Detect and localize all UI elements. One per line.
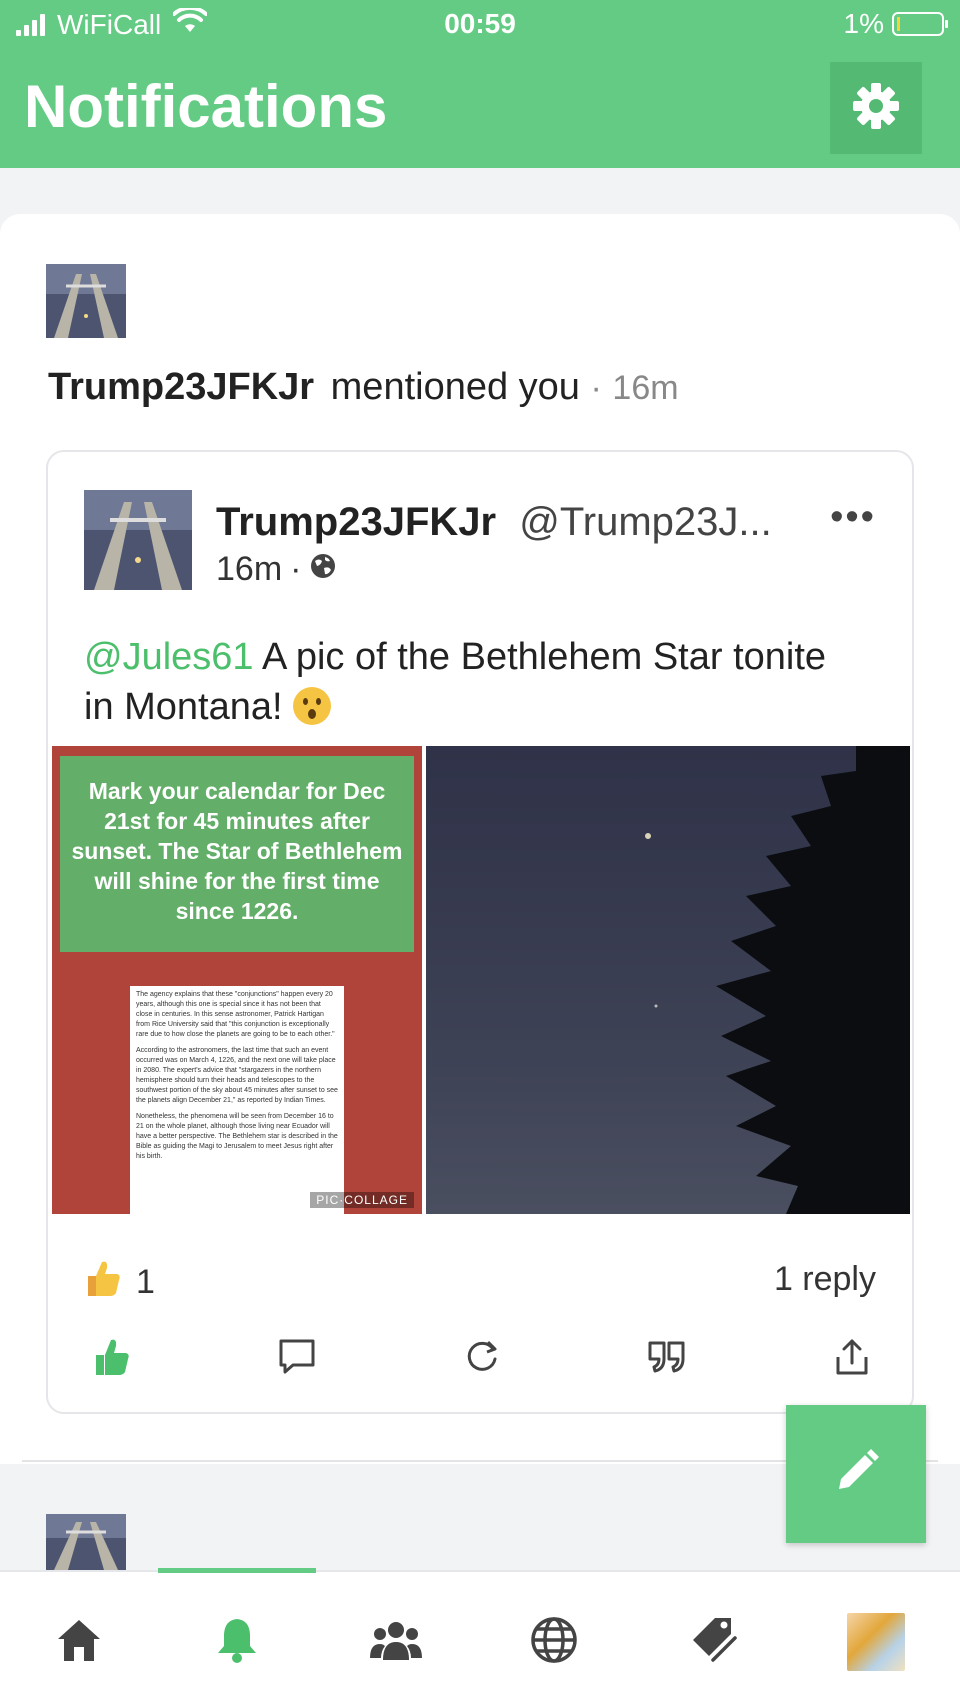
comment-icon [277,1337,317,1382]
mention-link[interactable]: @Jules61 [84,636,254,678]
article-paragraph: According to the astronomers, the last t… [136,1047,338,1104]
notification-username[interactable]: Trump23JFKJr [48,366,314,408]
reply-count[interactable]: 1 reply [774,1260,876,1299]
share-icon [832,1337,872,1382]
like-button[interactable] [82,1332,142,1386]
notification-action: mentioned you [330,366,580,408]
post-image-night-sky[interactable] [426,746,910,1214]
quote-icon [647,1337,687,1382]
bottom-nav [0,1568,960,1707]
article-paragraph: The agency explains that these "conjunct… [136,991,335,1038]
nav-tags[interactable] [674,1612,754,1672]
post-meta: 16m · [216,550,337,589]
image-watermark: PIC·COLLAGE [310,1192,414,1208]
globe-icon [530,1616,578,1669]
battery-percent: 1% [843,8,884,39]
notification-text: Trump23JFKJr mentioned you · 16m [48,366,679,409]
notification-time: 16m [612,369,679,407]
nav-active-indicator [158,1568,316,1573]
post-time[interactable]: 16m [216,550,282,589]
app-header: Notifications [0,50,960,168]
post-author: Trump23JFKJr @Trump23J... [216,500,772,545]
quote-button[interactable] [637,1332,697,1386]
people-icon [369,1618,423,1667]
compose-button[interactable] [786,1405,926,1543]
settings-button[interactable] [830,62,922,154]
nav-contacts[interactable] [356,1612,436,1672]
nav-profile[interactable] [836,1612,916,1672]
thumbs-up-emoji-icon [84,1258,122,1307]
avatar[interactable] [46,264,126,338]
like-icon [92,1337,132,1382]
bell-icon [216,1616,258,1669]
share-button[interactable] [822,1332,882,1386]
nav-home[interactable] [39,1612,119,1672]
status-bar: WiFiCall 00:59 1% [0,0,960,50]
gear-icon [851,81,901,136]
reaction-count: 1 [136,1263,155,1301]
image-article: The agency explains that these "conjunct… [130,986,344,1214]
post-image-collage[interactable]: Mark your calendar for Dec 21st for 45 m… [52,746,422,1214]
author-name[interactable]: Trump23JFKJr [216,500,496,544]
surprised-emoji-icon [293,687,332,725]
pencil-icon [831,1447,881,1502]
post-action-bar [82,1332,882,1386]
notification-card[interactable]: Trump23JFKJr mentioned you · 16m Trump23… [0,214,960,1464]
author-handle[interactable]: @Trump23J... [519,500,772,544]
status-time: 00:59 [444,8,516,39]
separator: · [590,369,602,407]
reshare-button[interactable] [452,1332,512,1386]
status-right: 1% [843,8,948,40]
image-headline: Mark your calendar for Dec 21st for 45 m… [60,756,414,952]
comment-button[interactable] [267,1332,327,1386]
globe-icon [309,550,337,589]
nav-notifications[interactable] [197,1612,277,1672]
post-author-avatar[interactable] [84,490,192,590]
reaction-summary[interactable]: 1 [84,1258,155,1307]
more-options-button[interactable]: ••• [830,496,876,539]
post-card[interactable]: Trump23JFKJr @Trump23J... ••• 16m · @Jul… [46,450,914,1414]
post-media: Mark your calendar for Dec 21st for 45 m… [52,746,910,1214]
meta-separator: · [290,550,302,588]
tag-icon [689,1616,739,1669]
page-title: Notifications [24,73,388,140]
battery-icon [892,12,948,36]
reshare-icon [462,1337,502,1382]
post-text: @Jules61 A pic of the Bethlehem Star ton… [84,632,844,732]
avatar[interactable] [46,1514,126,1570]
profile-avatar [847,1613,905,1671]
home-icon [55,1617,103,1668]
nav-explore[interactable] [514,1612,594,1672]
article-paragraph: Nonetheless, the phenomena will be seen … [136,1113,338,1160]
